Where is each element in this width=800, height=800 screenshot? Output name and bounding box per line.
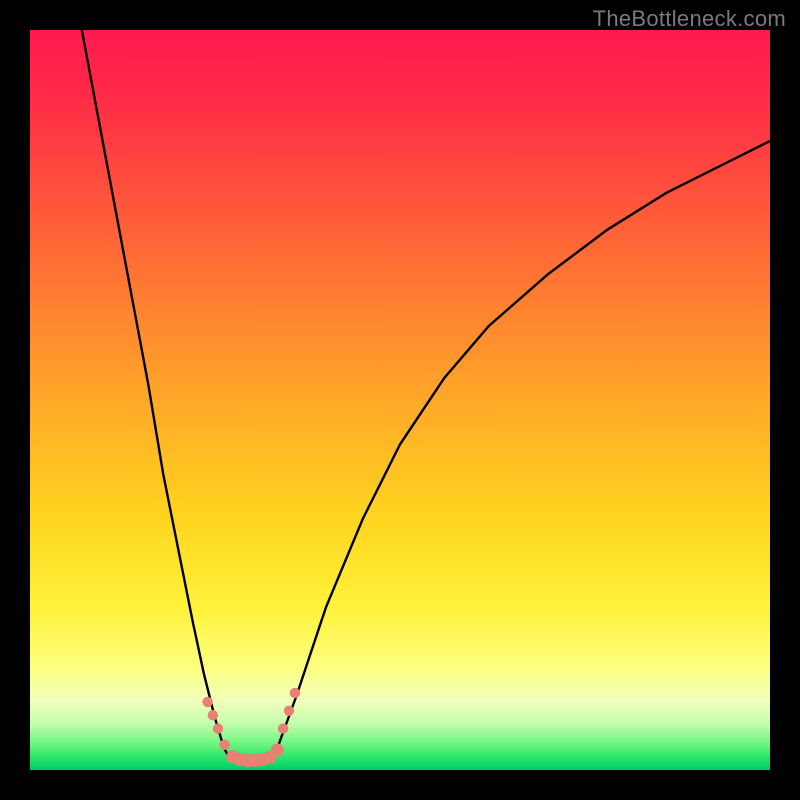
highlight-marker xyxy=(208,710,218,720)
highlight-marker xyxy=(278,723,288,733)
highlight-marker xyxy=(290,688,300,698)
highlight-marker xyxy=(271,743,284,756)
highlight-marker xyxy=(284,706,294,716)
highlight-marker xyxy=(219,740,229,750)
highlight-marker xyxy=(213,723,223,733)
marker-group xyxy=(202,688,300,767)
watermark-text: TheBottleneck.com xyxy=(593,6,786,32)
app-frame: TheBottleneck.com xyxy=(0,0,800,800)
curve-layer xyxy=(30,30,770,770)
highlight-marker xyxy=(202,697,212,707)
bottleneck-curve xyxy=(82,30,770,761)
plot-area xyxy=(30,30,770,770)
